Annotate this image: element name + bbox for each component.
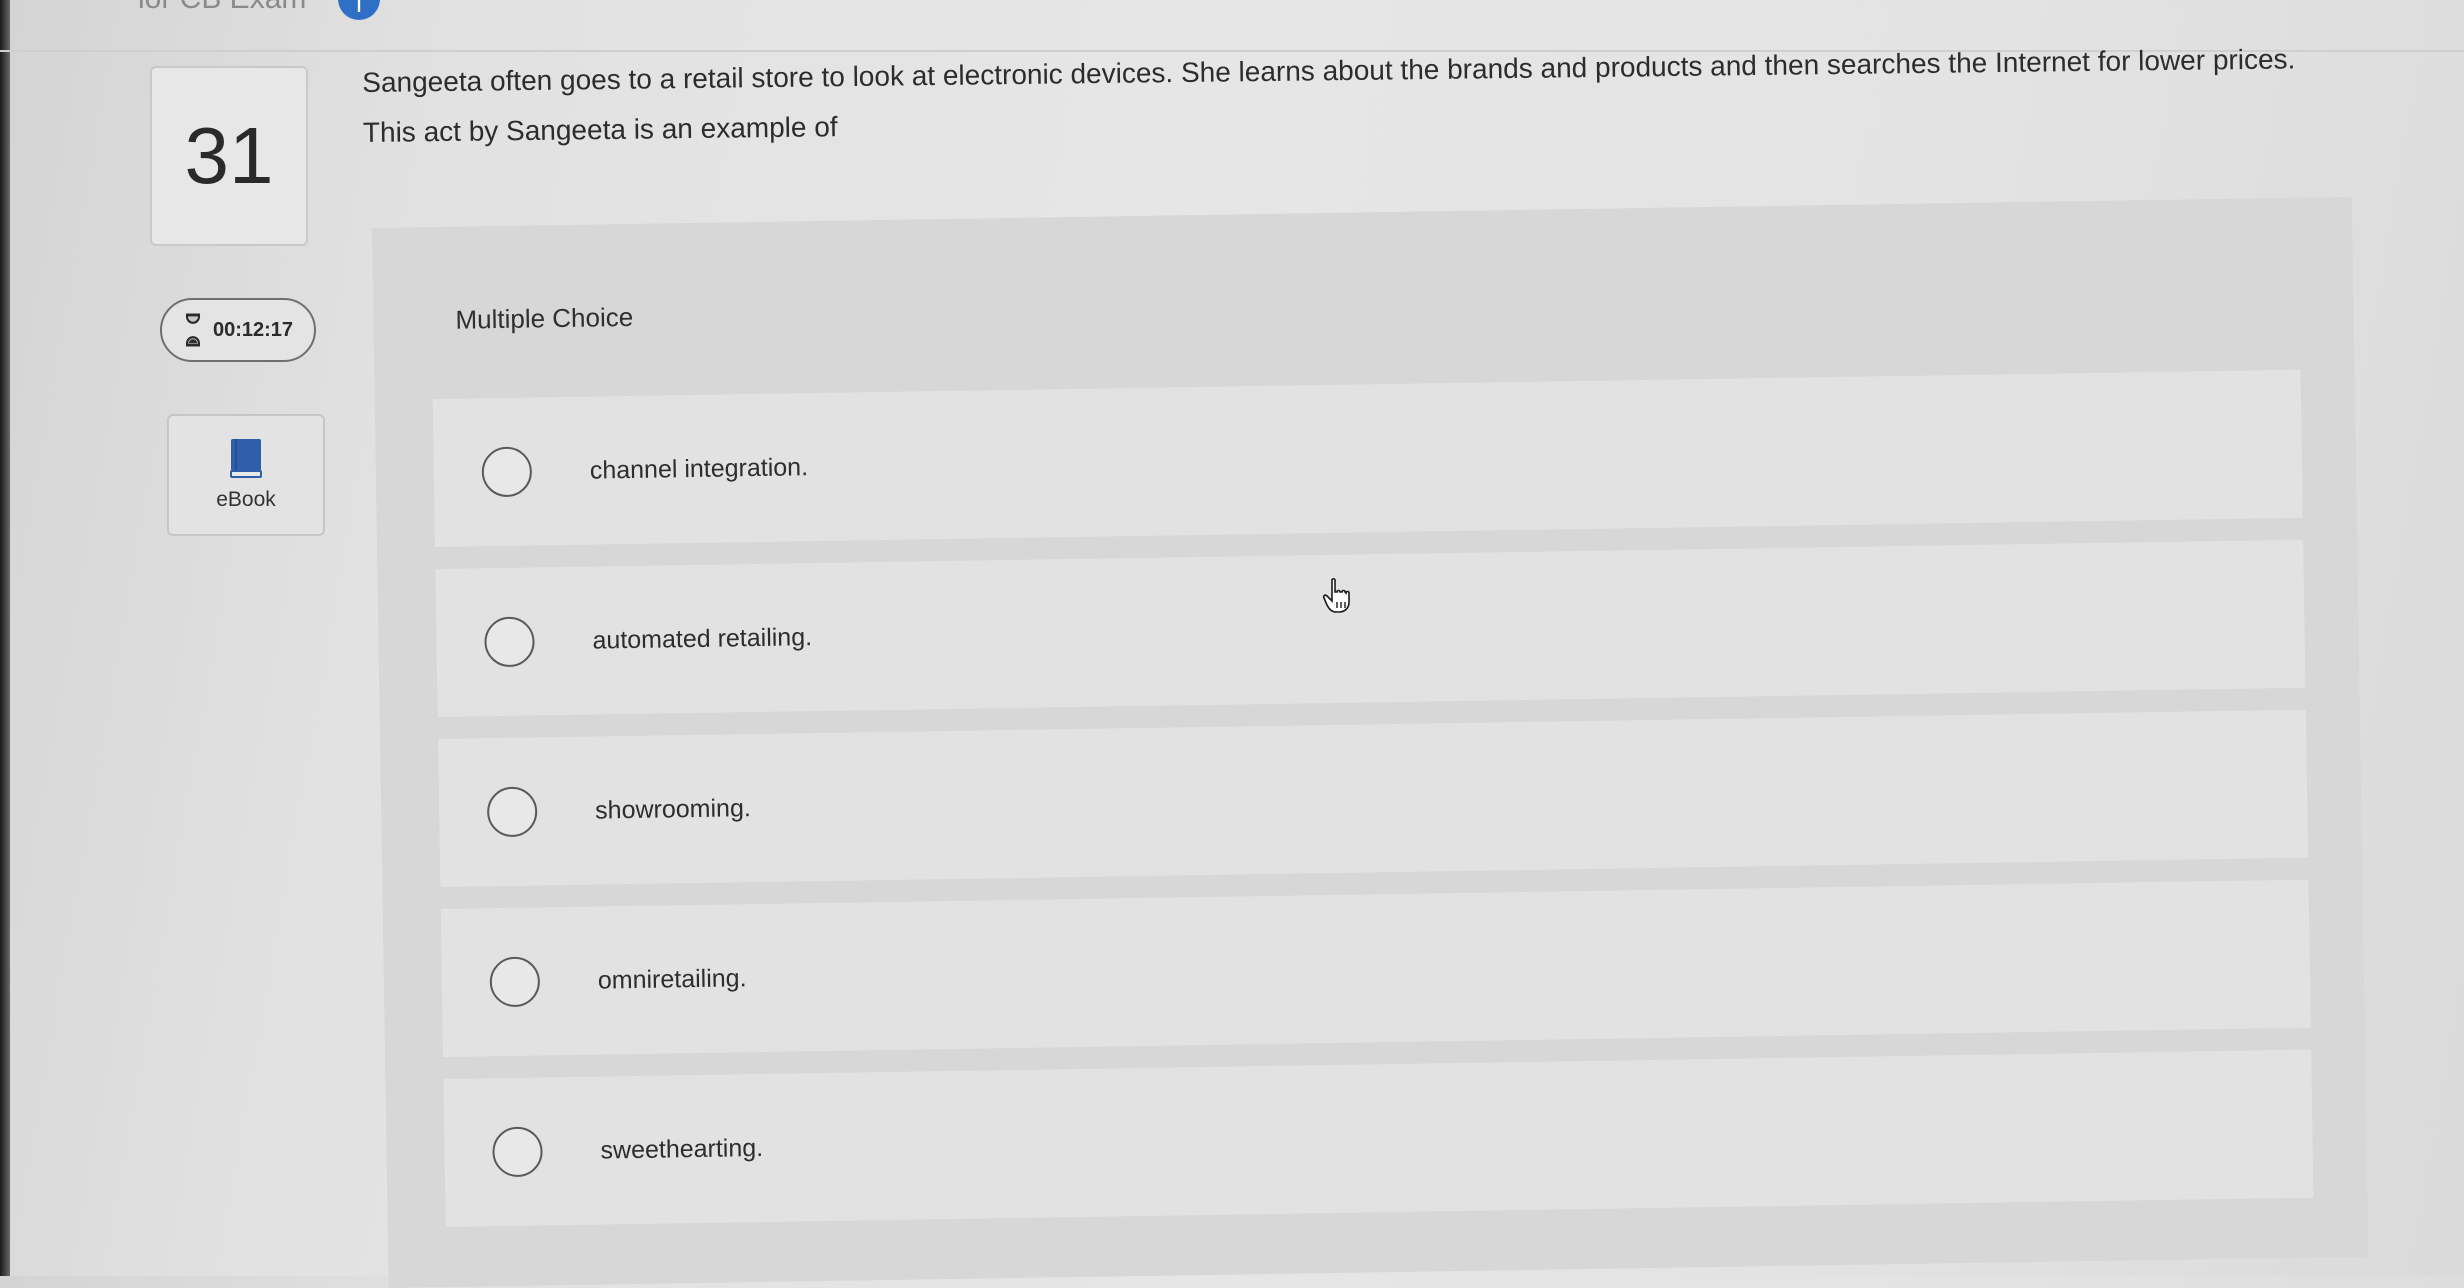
exam-title: ior CB Exam [138, 0, 306, 16]
option-label: automated retailing. [592, 622, 813, 655]
option-channel-integration[interactable]: channel integration. [432, 369, 2303, 548]
radio-button[interactable] [484, 616, 535, 668]
option-sweethearting[interactable]: sweethearting. [443, 1049, 2314, 1227]
multiple-choice-panel: Multiple Choice channel integration. aut… [372, 196, 2369, 1288]
timer-value: 00:12:17 [212, 318, 294, 341]
info-icon[interactable]: i [338, 0, 380, 20]
option-label: sweethearting. [600, 1133, 764, 1165]
book-icon [230, 439, 262, 478]
radio-button[interactable] [486, 786, 538, 838]
option-automated-retailing[interactable]: automated retailing. [435, 539, 2306, 718]
question-number: 31 [150, 66, 308, 246]
ebook-button[interactable]: eBook [167, 414, 325, 536]
radio-button[interactable] [492, 1126, 543, 1178]
option-label: showrooming. [594, 793, 752, 825]
option-showrooming[interactable]: showrooming. [438, 709, 2309, 888]
radio-button[interactable] [481, 446, 533, 498]
option-omniretailing[interactable]: omniretailing. [440, 879, 2311, 1057]
option-label: omniretailing. [597, 963, 747, 995]
hand-pointer-icon [1322, 578, 1350, 613]
timer[interactable]: 00:12:17 [160, 298, 316, 362]
screen-edge [0, 0, 10, 1276]
ebook-label: eBook [216, 488, 276, 511]
question-type-label: Multiple Choice [455, 301, 634, 335]
question-text: Sangeeta often goes to a retail store to… [362, 43, 2296, 148]
radio-button[interactable] [489, 956, 541, 1008]
option-label: channel integration. [589, 452, 809, 485]
hourglass-icon [185, 313, 201, 347]
